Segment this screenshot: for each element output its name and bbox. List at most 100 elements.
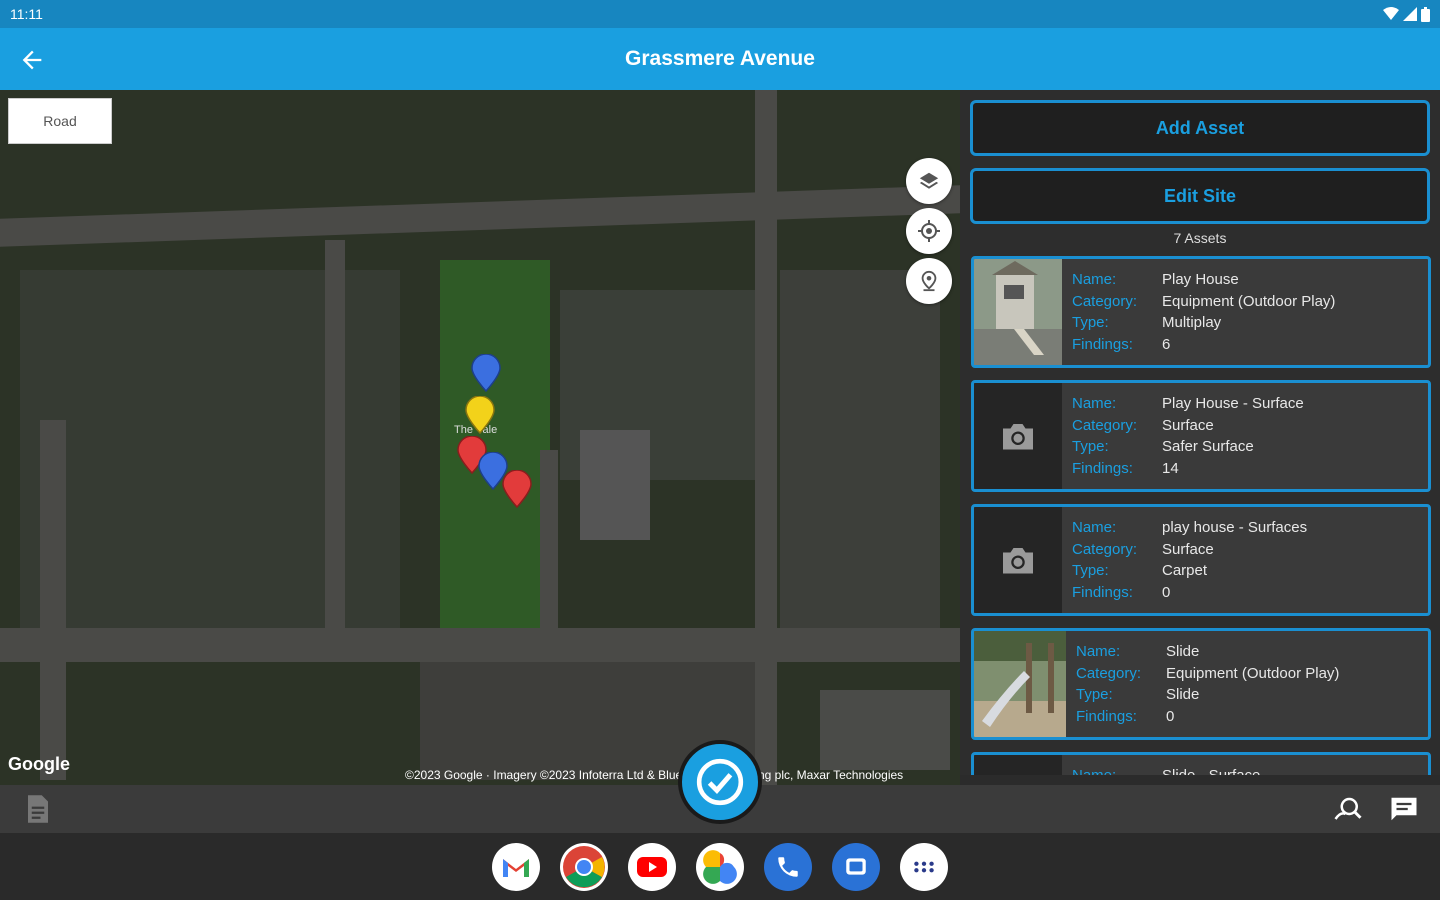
- name-label: Name:: [1072, 271, 1117, 288]
- document-icon: [28, 795, 48, 823]
- document-button[interactable]: [22, 793, 54, 825]
- page-title: Grassmere Avenue: [625, 47, 815, 70]
- youtube-icon[interactable]: [628, 842, 676, 891]
- layers-button[interactable]: [906, 158, 952, 204]
- name-label: Name:: [1072, 765, 1162, 775]
- app-bar: Grassmere Avenue: [0, 28, 1440, 90]
- message-icon: [1391, 797, 1417, 821]
- chrome-icon[interactable]: [560, 842, 608, 891]
- check-circle-icon: [696, 758, 744, 806]
- asset-name: Slide: [1166, 643, 1200, 660]
- road: [755, 90, 777, 785]
- type-label: Type:: [1072, 562, 1109, 579]
- gmail-glyph: [503, 858, 529, 877]
- asset-category: Equipment (Outdoor Play): [1166, 664, 1340, 682]
- asset-info: Name: Slide Category: Equipment (Outdoor P…: [1066, 631, 1339, 737]
- pin-location-button[interactable]: [906, 258, 952, 304]
- findings-label: Findings:: [1072, 583, 1133, 601]
- messages-icon[interactable]: [832, 842, 880, 891]
- asset-findings: 14: [1162, 459, 1179, 477]
- road: [325, 240, 345, 640]
- asset-card[interactable]: Name: Slide Category: Equipment (Outdoor P…: [971, 628, 1431, 740]
- asset-card[interactable]: Name: Play House Category: Equipment (Outd…: [971, 256, 1431, 368]
- camera-icon: [1003, 548, 1033, 574]
- edit-site-button[interactable]: Edit Site: [970, 168, 1430, 224]
- map-pin-icon: [921, 270, 937, 292]
- google-logo: Google: [8, 754, 70, 774]
- grid-dots-glyph: [914, 861, 934, 872]
- map-building: [820, 690, 950, 770]
- asset-info: Name:Slide - Surface: [1062, 755, 1260, 775]
- road: [40, 420, 66, 780]
- asset-category: Equipment (Outdoor Play): [1162, 292, 1336, 310]
- messages-glyph: [846, 857, 866, 875]
- gmail-icon[interactable]: [492, 842, 540, 891]
- asset-category: Surface: [1162, 416, 1214, 434]
- crosshair-icon: [918, 220, 940, 242]
- my-location-button[interactable]: [906, 208, 952, 254]
- chrome-glyph: [563, 845, 605, 888]
- asset-findings: 0: [1162, 583, 1171, 601]
- asset-name: Play House: [1162, 271, 1239, 288]
- signal-icon: [1403, 7, 1417, 21]
- type-label: Type:: [1072, 438, 1109, 455]
- map-houses: [780, 270, 940, 630]
- youtube-glyph: [637, 856, 667, 877]
- asset-category: Surface: [1162, 540, 1214, 558]
- type-label: Type:: [1076, 686, 1113, 703]
- asset-card[interactable]: Name:Slide - Surface: [971, 752, 1431, 775]
- asset-type: Multiplay: [1162, 314, 1222, 331]
- asset-photo: [974, 259, 1062, 365]
- asset-photo-placeholder: [974, 383, 1062, 489]
- complete-button[interactable]: [678, 740, 762, 824]
- asset-type: Carpet: [1162, 562, 1208, 579]
- category-label: Category:: [1072, 292, 1138, 310]
- arrow-left-icon: [22, 50, 42, 70]
- map-view[interactable]: Road The Vale Google ©2023 Google · Imag…: [0, 90, 960, 785]
- asset-findings: 0: [1166, 707, 1175, 725]
- layers-icon: [919, 172, 939, 189]
- asset-card[interactable]: Name: play house - Surfaces Category: Surf…: [971, 504, 1431, 616]
- slide-photo-icon: [974, 631, 1066, 737]
- asset-info: Name: Play House - Surface Category: Surfa…: [1062, 383, 1304, 489]
- category-label: Category:: [1072, 416, 1138, 434]
- app-launcher-icon[interactable]: [900, 842, 948, 891]
- asset-photo-placeholder: [974, 507, 1062, 613]
- findings-label: Findings:: [1076, 707, 1137, 725]
- battery-icon: [1421, 6, 1430, 22]
- search-findings-button[interactable]: [1332, 793, 1364, 825]
- taskbar: [0, 833, 1440, 900]
- person-search-icon: [1334, 797, 1362, 820]
- road: [0, 185, 960, 247]
- map-attribution: ©2023 Google · Imagery ©2023 Infoterra L…: [405, 768, 904, 782]
- name-label: Name:: [1072, 395, 1117, 412]
- name-label: Name:: [1072, 519, 1117, 536]
- map-marker-red[interactable]: [502, 470, 532, 508]
- comments-button[interactable]: [1388, 793, 1420, 825]
- status-bar: 11:11: [0, 0, 1440, 28]
- category-label: Category:: [1072, 540, 1138, 558]
- findings-label: Findings:: [1072, 459, 1133, 477]
- asset-type: Safer Surface: [1162, 438, 1254, 455]
- map-type-button[interactable]: Road: [8, 98, 112, 144]
- asset-name: Play House - Surface: [1162, 395, 1304, 412]
- map-marker-yellow[interactable]: [465, 396, 495, 434]
- asset-info: Name: play house - Surfaces Category: Surf…: [1062, 507, 1307, 613]
- map-marker-blue[interactable]: [471, 354, 501, 392]
- photos-icon[interactable]: [696, 842, 744, 891]
- findings-label: Findings:: [1072, 335, 1133, 353]
- asset-card[interactable]: Name: Play House - Surface Category: Surfa…: [971, 380, 1431, 492]
- back-button[interactable]: [12, 40, 52, 80]
- asset-name: play house - Surfaces: [1162, 519, 1308, 536]
- asset-type: Slide: [1166, 686, 1200, 703]
- playhouse-photo-icon: [974, 259, 1062, 365]
- wifi-icon: [1383, 7, 1399, 20]
- asset-photo-placeholder: [974, 755, 1062, 775]
- asset-name: Slide - Surface: [1162, 765, 1260, 775]
- status-icons: [1383, 6, 1430, 22]
- phone-icon[interactable]: [764, 842, 812, 891]
- map-building: [580, 430, 650, 540]
- add-asset-button[interactable]: Add Asset: [970, 100, 1430, 156]
- name-label: Name:: [1076, 643, 1121, 660]
- camera-icon: [1003, 424, 1033, 450]
